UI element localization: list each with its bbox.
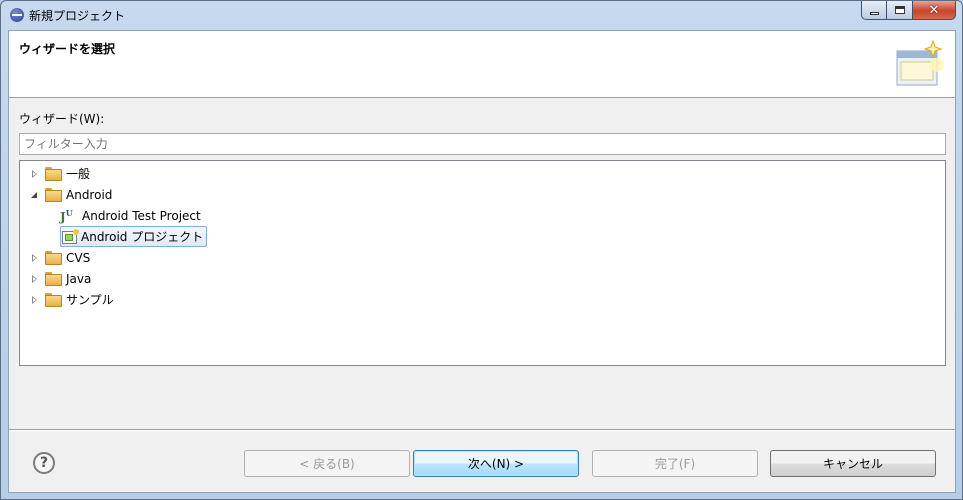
collapse-arrow-icon[interactable] <box>29 190 39 200</box>
maximize-button[interactable] <box>887 1 913 20</box>
tree-item-cvs[interactable]: CVS <box>20 247 945 268</box>
tree-item-general[interactable]: 一般 <box>20 163 945 184</box>
back-button[interactable]: < 戻る(B) <box>244 450 410 477</box>
expand-arrow-icon[interactable] <box>29 169 39 179</box>
dialog-window: 新規プロジェクト ✕ ウィザードを選択 ウィザード(W): 一般 <box>0 0 963 500</box>
button-bar-separator <box>9 429 955 431</box>
close-icon: ✕ <box>928 2 940 18</box>
new-wizard-banner-icon <box>896 39 944 86</box>
expand-arrow-icon[interactable] <box>29 295 39 305</box>
folder-icon <box>45 293 62 307</box>
window-title: 新規プロジェクト <box>29 9 126 23</box>
minimize-button[interactable] <box>861 1 887 20</box>
folder-icon <box>45 167 62 181</box>
expand-arrow-icon[interactable] <box>29 253 39 263</box>
next-button[interactable]: 次へ(N) > <box>413 450 579 477</box>
caption-buttons: ✕ <box>861 1 956 20</box>
folder-icon <box>45 251 62 265</box>
help-icon[interactable]: ? <box>33 452 55 474</box>
tree-item-label: Android <box>66 187 113 202</box>
selected-highlight[interactable]: Android プロジェクト <box>60 226 208 247</box>
close-button[interactable]: ✕ <box>913 1 956 20</box>
folder-icon <box>45 272 62 286</box>
eclipse-app-icon <box>10 8 24 22</box>
wizard-list-label: ウィザード(W): <box>19 112 105 126</box>
tree-item-android-project[interactable]: Android プロジェクト <box>20 226 945 247</box>
expand-arrow-icon[interactable] <box>29 274 39 284</box>
dialog-client-area: ウィザードを選択 ウィザード(W): 一般 Android <box>8 30 956 493</box>
maximize-icon <box>894 6 905 14</box>
wizard-header: ウィザードを選択 <box>9 31 955 98</box>
filter-input[interactable] <box>19 133 946 155</box>
tree-item-label: Android プロジェクト <box>81 230 204 244</box>
tree-item-android[interactable]: Android <box>20 184 945 205</box>
tree-item-android-test-project[interactable]: JU Android Test Project <box>20 205 945 226</box>
tree-item-label: CVS <box>66 250 91 265</box>
junit-project-icon: JU <box>60 207 73 224</box>
tree-item-label: Android Test Project <box>82 208 201 223</box>
tree-item-label: Java <box>66 271 92 286</box>
cancel-button[interactable]: キャンセル <box>770 450 936 477</box>
tree-item-label: サンプル <box>66 293 114 307</box>
android-project-icon <box>62 228 79 244</box>
tree-item-label: 一般 <box>66 167 91 181</box>
tree-item-java[interactable]: Java <box>20 268 945 289</box>
folder-open-icon <box>45 188 62 202</box>
tree-item-samples[interactable]: サンプル <box>20 289 945 310</box>
title-bar[interactable]: 新規プロジェクト ✕ <box>1 1 962 29</box>
minimize-icon <box>869 11 879 15</box>
finish-button[interactable]: 完了(F) <box>592 450 758 477</box>
header-title: ウィザードを選択 <box>19 42 116 56</box>
wizard-tree[interactable]: 一般 Android JU Android Test Project Andro… <box>19 160 946 366</box>
